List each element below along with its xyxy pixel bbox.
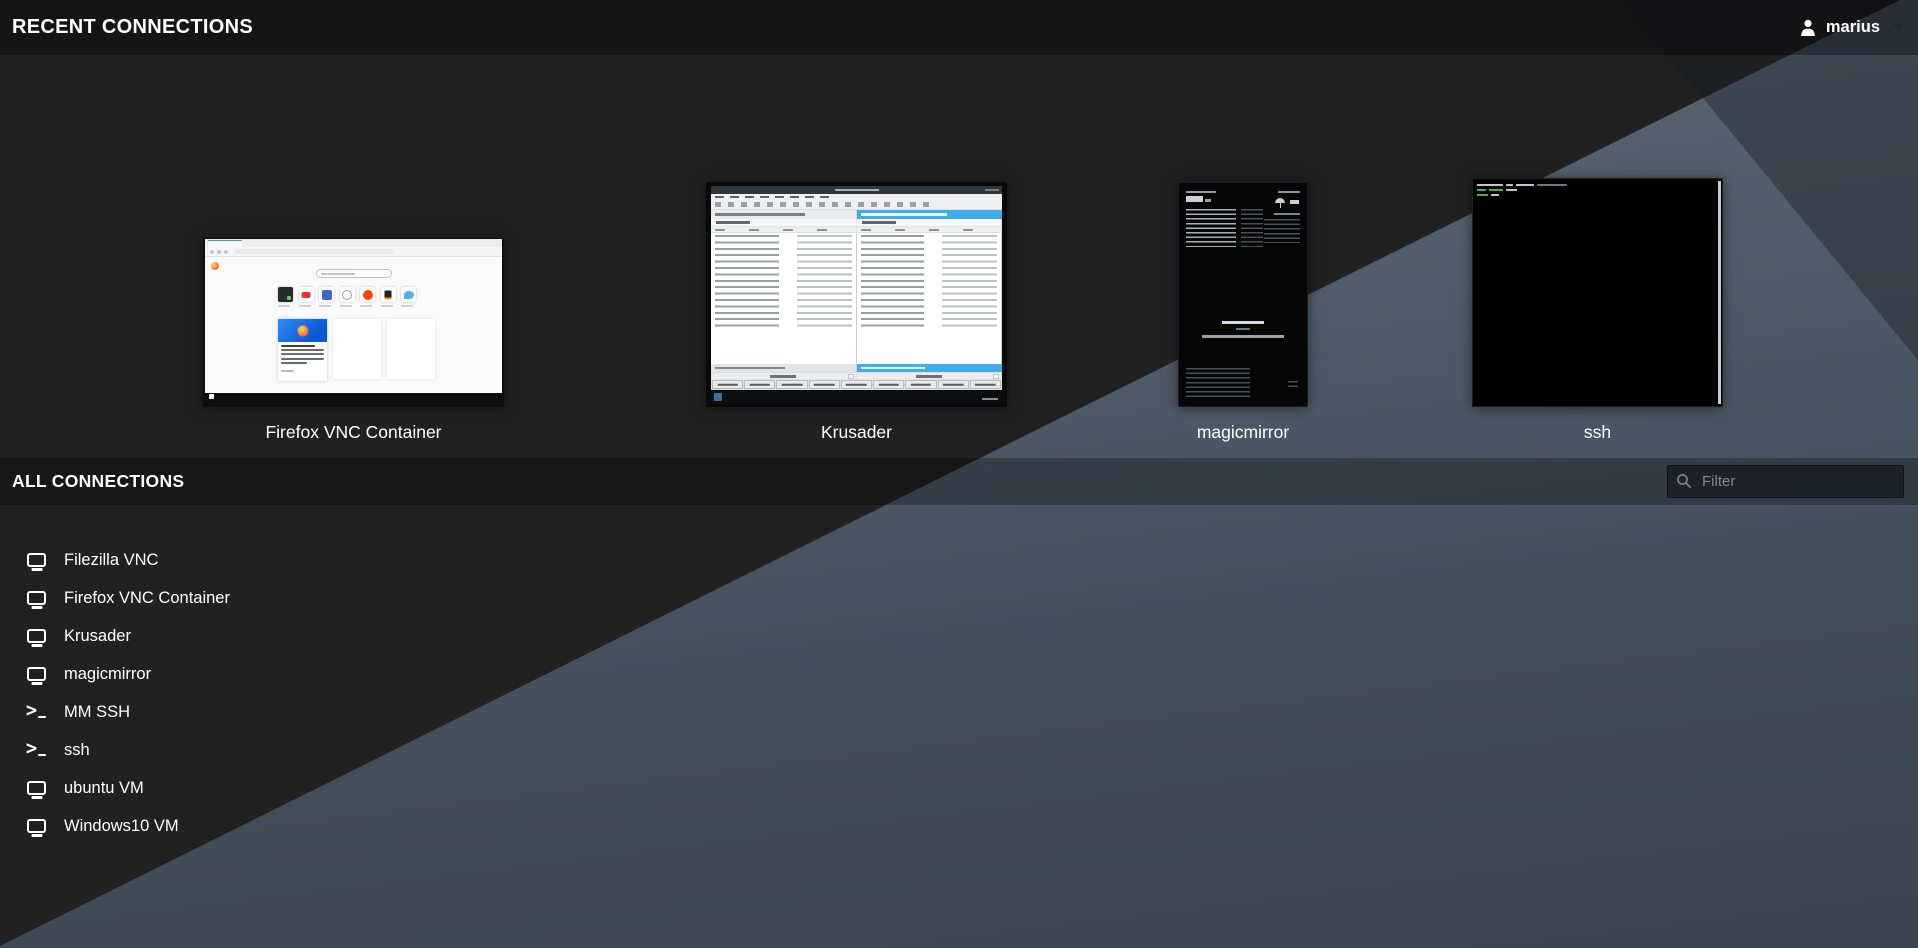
shortcut-youtube-icon [299, 287, 314, 302]
firefox-logo-icon [211, 262, 219, 270]
terminal-scrollbar [1718, 181, 1721, 404]
username: marius [1826, 18, 1880, 37]
connection-item[interactable]: ubuntu VM [0, 769, 620, 807]
connection-label: Filezilla VNC [64, 551, 158, 570]
chevron-down-icon [1893, 24, 1905, 31]
user-menu[interactable]: marius [1799, 18, 1905, 37]
connection-label: ssh [64, 741, 90, 760]
connection-item[interactable]: ssh [0, 731, 620, 769]
filter-box [1667, 465, 1904, 498]
recent-connection-caption: Firefox VNC Container [203, 422, 504, 443]
connection-item[interactable]: Filezilla VNC [0, 541, 620, 579]
connection-label: ubuntu VM [64, 779, 144, 798]
terminal-icon [27, 704, 47, 720]
firefox-thumbnail [203, 238, 504, 407]
recent-connection-krusader[interactable]: Krusader [706, 182, 1007, 443]
shortcut-twitter-icon [401, 287, 416, 302]
search-icon [1676, 473, 1692, 494]
recent-connection-caption: Krusader [706, 422, 1007, 443]
desktop-icon [27, 553, 46, 567]
connection-label: Windows10 VM [64, 817, 179, 836]
shortcut-terminal-icon [278, 287, 293, 302]
connection-label: Firefox VNC Container [64, 589, 230, 608]
connection-item[interactable]: Windows10 VM [0, 807, 620, 845]
recent-connection-firefox-vnc[interactable]: Firefox VNC Container [203, 238, 504, 443]
recent-connection-magicmirror[interactable]: magicmirror [1178, 182, 1308, 443]
connection-item[interactable]: Krusader [0, 617, 620, 655]
connection-item[interactable]: magicmirror [0, 655, 620, 693]
connection-item[interactable]: Firefox VNC Container [0, 579, 620, 617]
weather-umbrella-icon [1275, 198, 1285, 203]
shortcut-wikipedia-icon [340, 287, 355, 302]
person-icon [1799, 18, 1817, 37]
shortcut-reddit-icon [360, 287, 375, 302]
all-connections-title: ALL CONNECTIONS [12, 471, 184, 492]
recent-connection-caption: magicmirror [1178, 422, 1308, 443]
recent-connection-ssh[interactable]: ssh [1472, 178, 1723, 443]
all-connections-bar: ALL CONNECTIONS [0, 458, 1918, 505]
magicmirror-thumbnail [1178, 182, 1308, 407]
shortcut-amazon-icon [381, 287, 396, 302]
filter-input[interactable] [1667, 465, 1904, 498]
terminal-icon [27, 742, 47, 758]
guacamole-home-screen: RECENT CONNECTIONS marius [0, 0, 1918, 948]
desktop-icon [27, 591, 46, 605]
recent-connections-section: Firefox VNC Container [0, 55, 1918, 458]
connection-label: MM SSH [64, 703, 130, 722]
all-connections-list: Filezilla VNC Firefox VNC Container Krus… [0, 541, 620, 845]
recent-connection-caption: ssh [1472, 422, 1723, 443]
connection-label: magicmirror [64, 665, 151, 684]
desktop-icon [27, 781, 46, 795]
connection-item[interactable]: MM SSH [0, 693, 620, 731]
page-title: RECENT CONNECTIONS [12, 16, 253, 39]
ssh-terminal-thumbnail [1472, 178, 1723, 407]
desktop-icon [27, 667, 46, 681]
krusader-thumbnail [706, 182, 1007, 407]
pocket-card [278, 319, 327, 381]
header-bar: RECENT CONNECTIONS marius [0, 0, 1918, 55]
connection-label: Krusader [64, 627, 131, 646]
shortcut-facebook-icon [319, 287, 334, 302]
desktop-icon [27, 819, 46, 833]
desktop-icon [27, 629, 46, 643]
